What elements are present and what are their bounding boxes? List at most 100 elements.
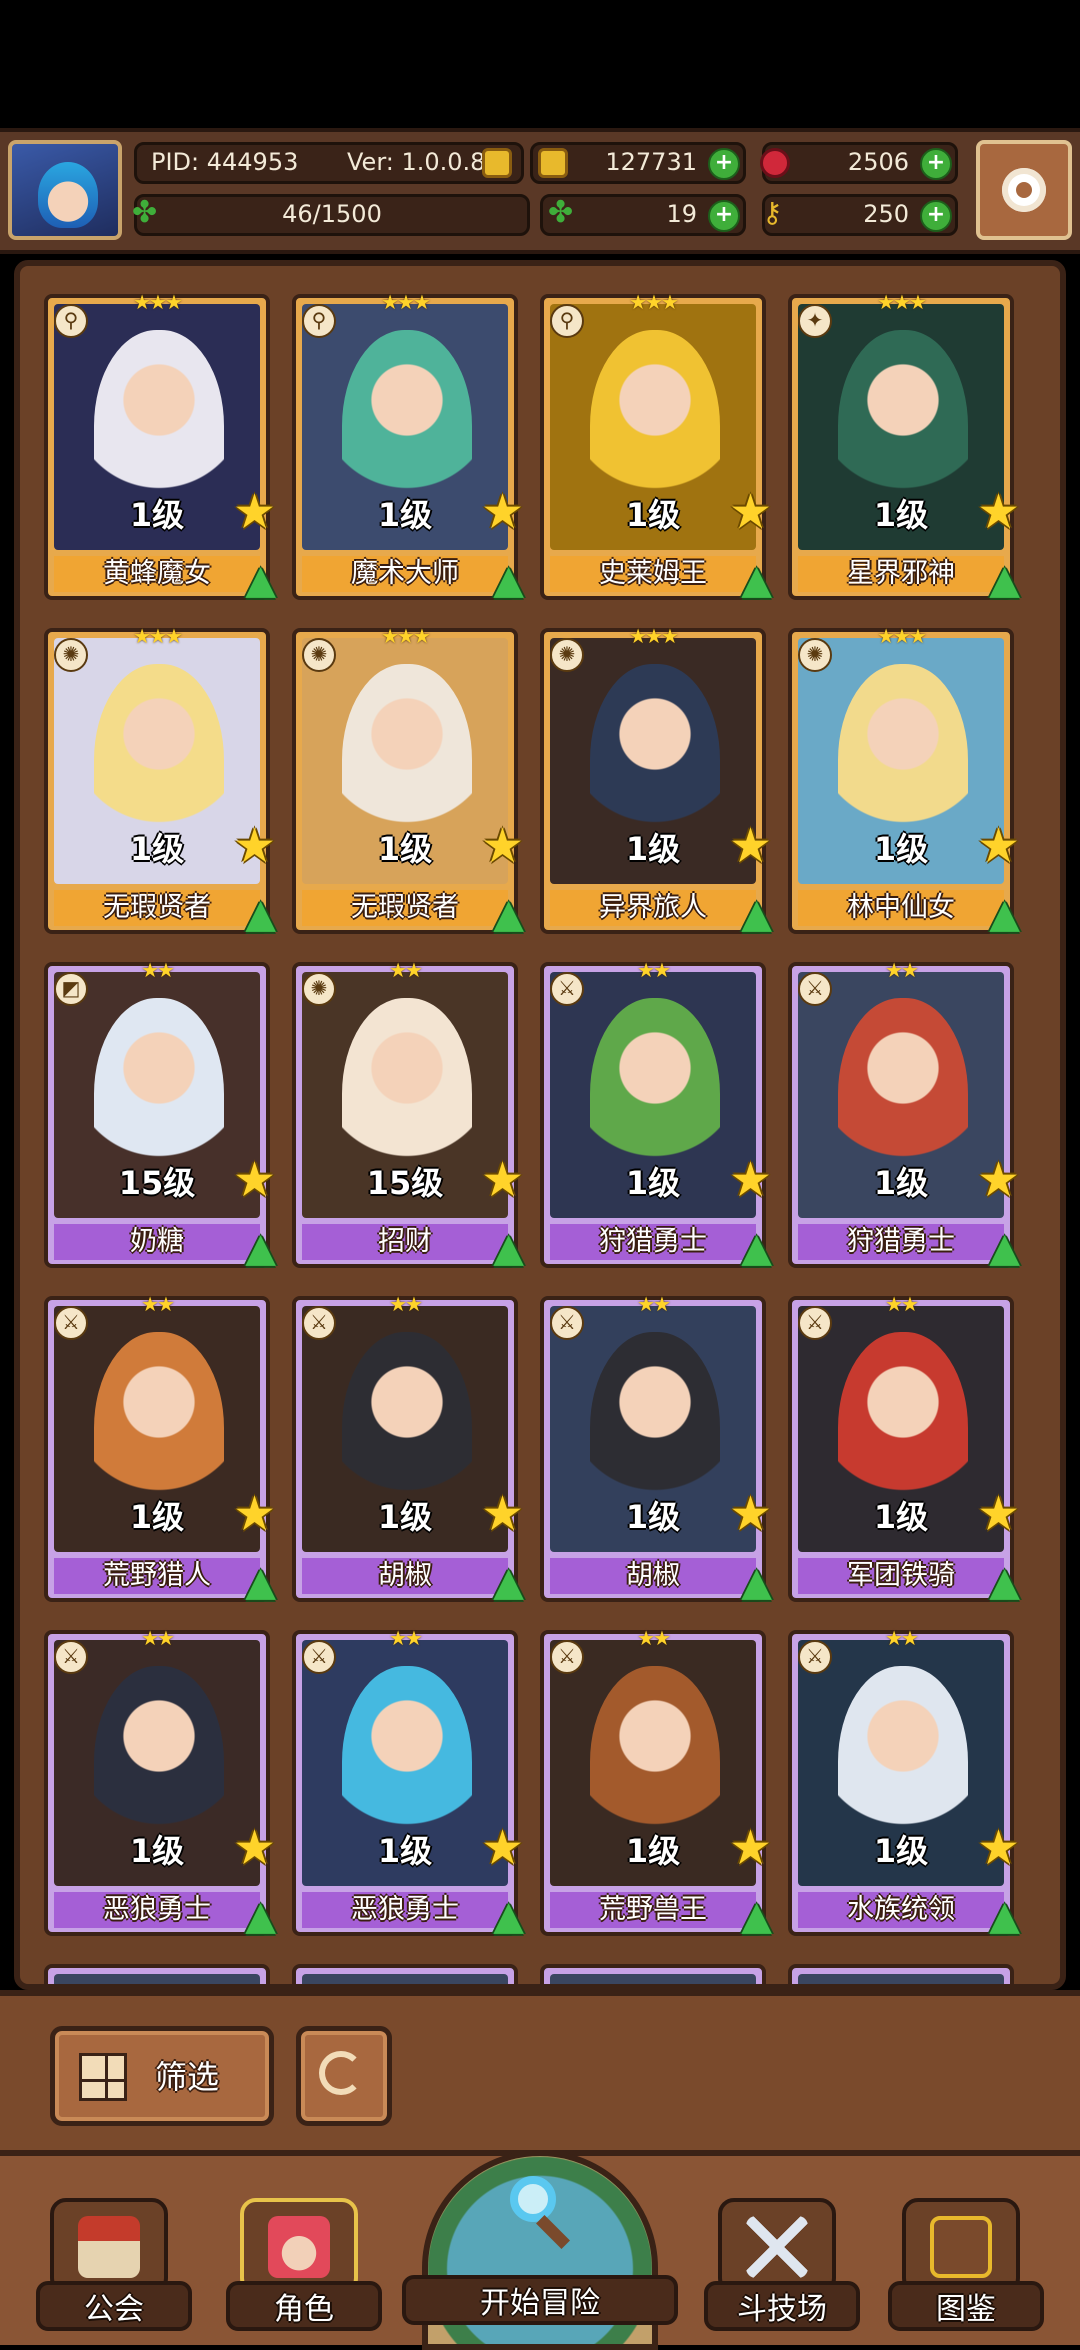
character-card-partial[interactable] [788, 1964, 1014, 1984]
class-icon: ⚔ [550, 972, 584, 1006]
upgrade-arrow-icon: ▲ [741, 1225, 772, 1271]
star-icon: ★ [232, 1820, 276, 1876]
character-card[interactable]: ★★ ⚔ 1级 胡椒 ★ ▲ [292, 1292, 524, 1604]
class-icon: ✺ [302, 972, 336, 1006]
character-portrait [54, 1974, 260, 1984]
upgrade-arrow-icon: ▲ [741, 557, 772, 603]
star-icon: ★ [976, 484, 1020, 540]
class-icon: ⚔ [550, 1640, 584, 1674]
star-icon: ★ [232, 818, 276, 874]
nav-character[interactable]: 角色 [226, 2198, 382, 2331]
character-card[interactable]: ★★ ⚔ 1级 军团铁骑 ★ ▲ [788, 1292, 1020, 1604]
character-card[interactable]: ★★ ⚔ 1级 恶狼勇士 ★ ▲ [292, 1626, 524, 1938]
gold-value: 127731 [605, 148, 697, 176]
nav-adventure-label: 开始冒险 [402, 2275, 678, 2325]
star-icon: ★ [976, 818, 1020, 874]
magnifier-icon [510, 2176, 556, 2222]
class-icon: ⚔ [798, 972, 832, 1006]
add-gold-button[interactable]: + [708, 148, 740, 180]
upgrade-arrow-icon: ▲ [989, 1225, 1020, 1271]
pid-version-panel: PID: 444953 Ver: 1.0.0.8 [134, 142, 524, 184]
class-icon: ⚲ [54, 304, 88, 338]
gear-icon [1002, 168, 1046, 212]
upgrade-arrow-icon: ▲ [493, 891, 524, 937]
guild-icon [78, 2216, 140, 2278]
character-card[interactable]: ★★★ ✺ 1级 无瑕贤者 ★ ▲ [292, 624, 524, 936]
character-name: 黄蜂魔女 [54, 556, 260, 592]
class-icon: ✺ [798, 638, 832, 672]
filter-button[interactable]: 筛选 [50, 2026, 274, 2126]
refresh-button[interactable] [296, 2026, 392, 2126]
nav-arena[interactable]: 斗技场 [704, 2198, 860, 2331]
filter-label: 筛选 [155, 2058, 220, 2096]
character-card[interactable]: ★★ ⚔ 1级 胡椒 ★ ▲ [540, 1292, 772, 1604]
nav-codex-label: 图鉴 [888, 2281, 1044, 2331]
nav-guild[interactable]: 公会 [36, 2198, 192, 2331]
version-label: Ver: 1.0.0.8 [347, 148, 486, 176]
character-card[interactable]: ★★★ ⚲ 1级 黄蜂魔女 ★ ▲ [44, 290, 276, 602]
class-icon: ✺ [550, 638, 584, 672]
nav-adventure[interactable]: 开始冒险 [402, 2150, 678, 2350]
character-card[interactable]: ★★★ ✺ 1级 林中仙女 ★ ▲ [788, 624, 1020, 936]
character-card[interactable]: ★★ ◩ 15级 奶糖 ★ ▲ [44, 958, 276, 1270]
star-icon: ★ [976, 1152, 1020, 1208]
character-card[interactable]: ★★★ ✺ 1级 无瑕贤者 ★ ▲ [44, 624, 276, 936]
character-card[interactable]: ★★ ⚔ 1级 狩猎勇士 ★ ▲ [788, 958, 1020, 1270]
star-icon: ★ [480, 818, 524, 874]
character-name: 恶狼勇士 [302, 1892, 508, 1928]
character-name: 魔术大师 [302, 556, 508, 592]
character-name: 无瑕贤者 [54, 890, 260, 926]
add-gem-button[interactable]: + [920, 148, 952, 180]
star-icon: ★ [728, 818, 772, 874]
character-name: 狩猎勇士 [550, 1224, 756, 1260]
character-card[interactable]: ★★★ ⚲ 1级 魔术大师 ★ ▲ [292, 290, 524, 602]
upgrade-arrow-icon: ▲ [989, 1559, 1020, 1605]
character-portrait [798, 1974, 1004, 1984]
character-card-partial[interactable] [540, 1964, 766, 1984]
book-icon [930, 2216, 992, 2278]
character-name: 招财 [302, 1224, 508, 1260]
character-name: 胡椒 [302, 1558, 508, 1594]
character-card[interactable]: ★★★ ⚲ 1级 史莱姆王 ★ ▲ [540, 290, 772, 602]
filter-bar: 筛选 [0, 1990, 1080, 2156]
character-card-partial[interactable] [44, 1964, 270, 1984]
character-card[interactable]: ★★★ ✦ 1级 星界邪神 ★ ▲ [788, 290, 1020, 602]
star-icon: ★ [480, 1820, 524, 1876]
character-name: 无瑕贤者 [302, 890, 508, 926]
star-icon: ★ [976, 1486, 1020, 1542]
class-icon: ⚔ [54, 1306, 88, 1340]
character-name: 荒野兽王 [550, 1892, 756, 1928]
settings-button[interactable] [976, 140, 1072, 240]
character-icon [268, 2216, 330, 2278]
character-grid[interactable]: ★★★ ⚲ 1级 黄蜂魔女 ★ ▲ ★★★ ⚲ 1级 魔术大师 ★ ▲ ★★★ ⚲ 1级 史莱姆王 ★ ▲ ★ ★ ★ ✦… [14, 260, 1066, 1990]
gem-icon [760, 148, 790, 178]
character-card[interactable]: ★★ ⚔ 1级 恶狼勇士 ★ ▲ [44, 1626, 276, 1938]
add-clover-button[interactable]: + [708, 200, 740, 232]
character-card[interactable]: ★★ ✺ 15级 招财 ★ ▲ [292, 958, 524, 1270]
class-icon: ⚲ [302, 304, 336, 338]
character-card[interactable]: ★★★ ✺ 1级 异界旅人 ★ ▲ [540, 624, 772, 936]
character-name: 胡椒 [550, 1558, 756, 1594]
class-icon: ✺ [54, 638, 88, 672]
stamina-clover-icon: ✤ [132, 195, 158, 230]
class-icon: ⚔ [302, 1306, 336, 1340]
nav-codex[interactable]: 图鉴 [888, 2198, 1044, 2331]
upgrade-arrow-icon: ▲ [245, 1225, 276, 1271]
star-icon: ★ [728, 1152, 772, 1208]
character-card-partial[interactable] [292, 1964, 518, 1984]
character-card[interactable]: ★★ ⚔ 1级 水族统领 ★ ▲ [788, 1626, 1020, 1938]
class-icon: ✦ [798, 304, 832, 338]
key-icon: ⚷ [762, 196, 783, 229]
clover-value: 19 [666, 200, 697, 228]
refresh-icon [319, 2051, 363, 2095]
character-card[interactable]: ★★ ⚔ 1级 荒野兽王 ★ ▲ [540, 1626, 772, 1938]
character-card[interactable]: ★★ ⚔ 1级 狩猎勇士 ★ ▲ [540, 958, 772, 1270]
clover-icon: ✤ [548, 195, 574, 230]
upgrade-arrow-icon: ▲ [741, 891, 772, 937]
character-card[interactable]: ★★ ⚔ 1级 荒野猎人 ★ ▲ [44, 1292, 276, 1604]
star-icon: ★ [232, 1486, 276, 1542]
class-icon: ⚲ [550, 304, 584, 338]
player-avatar[interactable] [8, 140, 122, 240]
class-icon: ◩ [54, 972, 88, 1006]
add-key-button[interactable]: + [920, 200, 952, 232]
